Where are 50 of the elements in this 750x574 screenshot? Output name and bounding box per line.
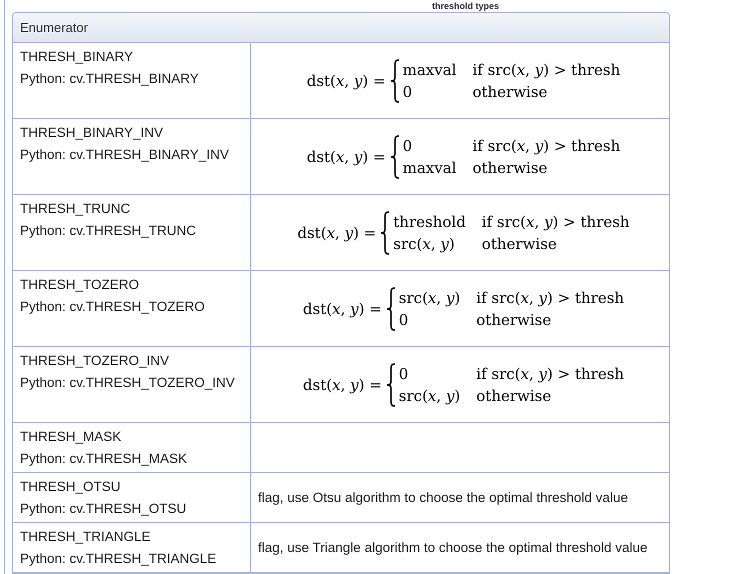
case-value: src(x, y) xyxy=(398,386,460,404)
case-value: 0 xyxy=(398,310,410,328)
case-condition: otherwise xyxy=(472,158,548,176)
case-value: 0 xyxy=(402,136,414,154)
case-value: maxval xyxy=(402,158,456,176)
brace-icon xyxy=(390,58,400,102)
enum-description: flag, use Otsu algorithm to choose the optimal threshold value xyxy=(258,490,628,505)
formula-lhs: dst(x, y) = xyxy=(302,376,382,394)
brace-icon xyxy=(380,210,390,254)
brace-icon xyxy=(386,286,396,330)
case-value: src(x, y) xyxy=(398,288,460,306)
formula-lhs: dst(x, y) = xyxy=(302,300,382,318)
brace-icon xyxy=(386,362,396,406)
python-name: Python: cv.THRESH_MASK xyxy=(20,451,188,467)
python-name: Python: cv.THRESH_TRIANGLE xyxy=(20,551,218,567)
python-name: Python: cv.THRESH_TOZERO xyxy=(20,299,206,315)
case-condition: otherwise xyxy=(482,234,558,252)
enum-name: THRESH_OTSU xyxy=(20,479,122,495)
case-condition: otherwise xyxy=(472,82,548,100)
case-condition: if src(x, y) > thresh xyxy=(476,364,624,382)
enum-name: THRESH_MASK xyxy=(20,429,122,445)
case-condition: otherwise xyxy=(476,386,552,404)
enum-name: THRESH_TOZERO xyxy=(20,277,140,293)
column-header: Enumerator xyxy=(20,20,88,35)
case-condition: otherwise xyxy=(476,310,552,328)
enum-name: THRESH_BINARY xyxy=(20,49,134,65)
enum-description: flag, use Triangle algorithm to choose the optimal threshold value xyxy=(258,540,648,555)
python-name: Python: cv.THRESH_BINARY_INV xyxy=(20,147,230,163)
case-condition: if src(x, y) > thresh xyxy=(482,212,630,230)
formula-lhs: dst(x, y) = xyxy=(306,72,386,90)
formula-lhs: dst(x, y) = xyxy=(297,224,376,242)
brace-icon xyxy=(390,134,400,178)
case-value: maxval xyxy=(402,60,456,78)
python-name: Python: cv.THRESH_OTSU xyxy=(20,501,188,517)
python-name: Python: cv.THRESH_TRUNC xyxy=(20,223,198,239)
case-condition: if src(x, y) > thresh xyxy=(472,60,620,78)
python-name: Python: cv.THRESH_BINARY xyxy=(20,71,200,87)
case-value: 0 xyxy=(398,364,410,382)
enum-name: THRESH_BINARY_INV xyxy=(20,125,164,141)
enum-name: THRESH_TOZERO_INV xyxy=(20,353,170,369)
case-condition: if src(x, y) > thresh xyxy=(472,136,620,154)
enum-name: THRESH_TRIANGLE xyxy=(20,529,152,545)
section-caption: threshold types xyxy=(432,0,500,12)
python-name: Python: cv.THRESH_TOZERO_INV xyxy=(20,375,236,391)
case-value: src(x, y) xyxy=(393,234,456,252)
case-condition: if src(x, y) > thresh xyxy=(476,288,624,306)
case-value: threshold xyxy=(393,212,466,230)
case-value: 0 xyxy=(402,82,414,100)
enum-name: THRESH_TRUNC xyxy=(20,201,132,217)
formula-lhs: dst(x, y) = xyxy=(306,148,386,166)
